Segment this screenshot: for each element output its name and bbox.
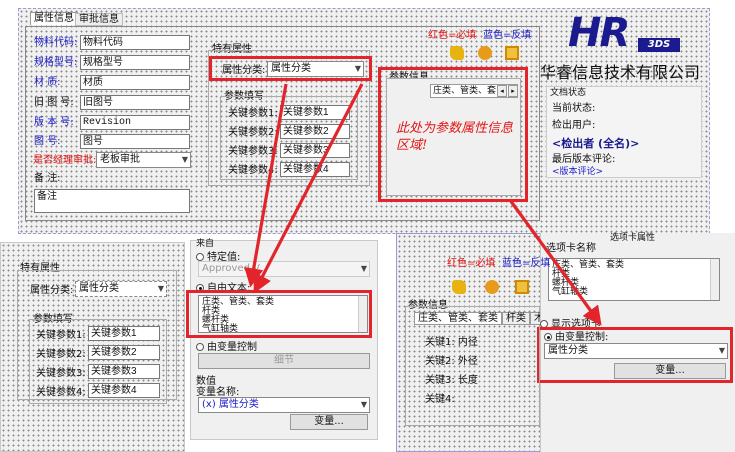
arrow-category <box>244 83 288 288</box>
callout-arrows <box>244 83 602 326</box>
arrow-param-info <box>508 199 602 326</box>
arrow-free-text <box>253 83 364 294</box>
